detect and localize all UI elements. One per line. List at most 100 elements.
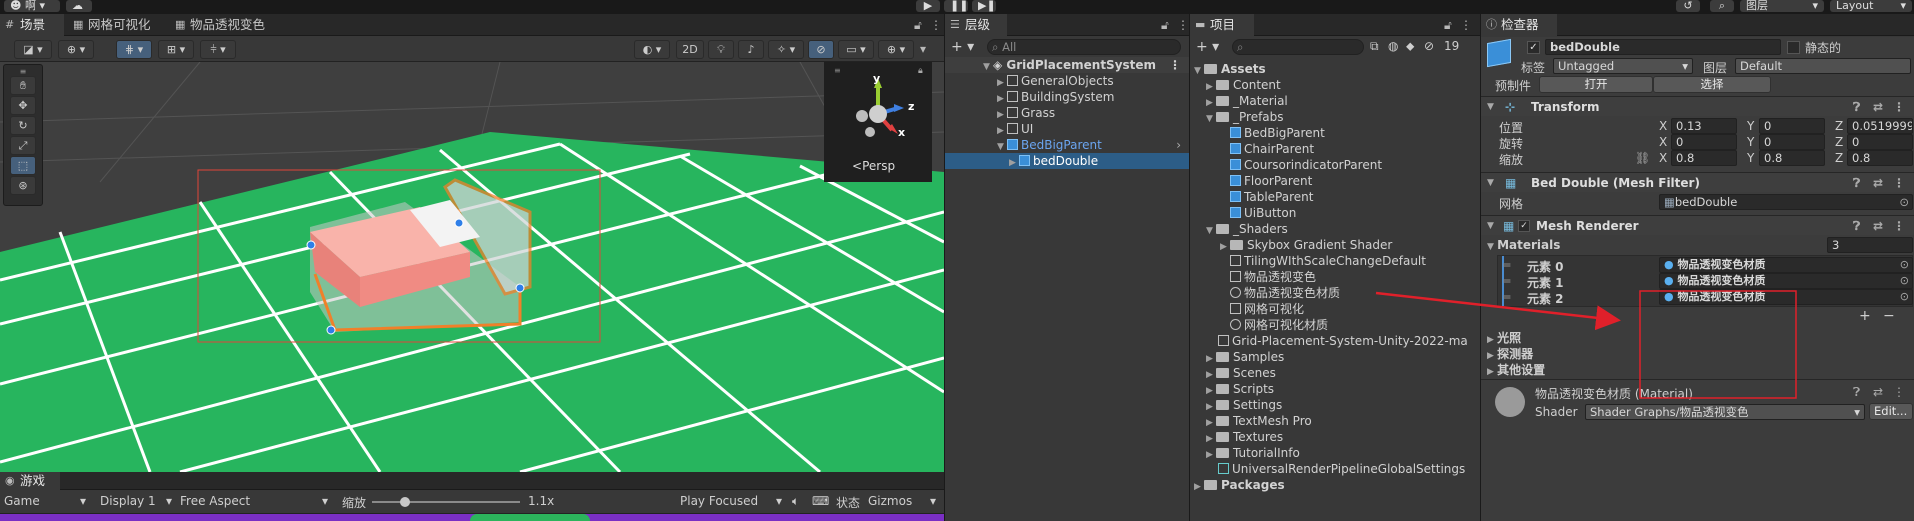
draw-mode-dropdown[interactable]: ◪ ▾ (14, 40, 52, 59)
help-icon[interactable]: ❓︎ (1853, 173, 1860, 193)
material-slot-field[interactable]: ● 物品透视变色材质 ⊙ (1659, 289, 1913, 305)
step-button[interactable]: ▶❚ (972, 0, 996, 12)
active-checkbox[interactable]: ✓ (1527, 41, 1540, 54)
help-icon[interactable]: ❓︎ (1853, 385, 1860, 400)
project-item[interactable]: TableParent (1230, 189, 1313, 205)
project-item[interactable]: ▶ Textures (1206, 429, 1283, 445)
preset-icon[interactable]: ⇄ (1873, 385, 1883, 399)
search-icon[interactable]: ⌕ (1710, 0, 1734, 12)
assets-folder[interactable]: ▼ Assets (1194, 61, 1266, 77)
project-item[interactable]: ▶ _Material (1206, 93, 1288, 109)
project-item[interactable]: ▼ _Prefabs (1206, 109, 1284, 125)
material-slot-field[interactable]: ● 物品透视变色材质 ⊙ (1659, 257, 1913, 273)
tab-item-xray[interactable]: ▦ 物品透视变色 (170, 14, 270, 36)
pivot-dropdown[interactable]: ⊕ ▾ (58, 40, 94, 59)
materials-foldout[interactable]: ▼ Materials (1487, 238, 1560, 252)
project-item[interactable]: ▶ Skybox Gradient Shader (1220, 237, 1392, 253)
hierarchy-search-input[interactable]: ⌕ All (987, 39, 1181, 55)
drag-handle-icon[interactable]: ═ (1503, 274, 1510, 288)
lock-icon[interactable]: 🔓︎ (1161, 18, 1169, 33)
position-z-input[interactable]: 0.0519999 (1847, 118, 1913, 134)
component-menu-icon[interactable]: ⋮ (1893, 173, 1905, 193)
project-item[interactable]: ▶ Scripts (1206, 381, 1274, 397)
scale-slider[interactable] (372, 497, 520, 507)
materials-count-input[interactable]: 3 (1827, 237, 1913, 253)
scale-tool-icon[interactable]: ⤢ (10, 136, 36, 155)
drag-handle-icon[interactable]: ═ (1503, 258, 1510, 272)
orientation-gizmo[interactable]: ≡ 🔒︎ y z x <Persp (824, 62, 932, 182)
stats-button[interactable]: 状态 (836, 494, 860, 511)
play-focused-select[interactable]: Play Focused ▾ (680, 494, 786, 508)
tab-inspector[interactable]: ⓘ 检查器 (1481, 14, 1557, 36)
project-item[interactable]: Grid-Placement-System-Unity-2022-ma (1218, 333, 1468, 349)
hierarchy-item[interactable]: ▶ BuildingSystem (997, 89, 1114, 105)
tag-icon[interactable]: ⬥ (1406, 39, 1414, 54)
scene-more-icon[interactable]: ▾ (920, 42, 926, 56)
select-prefab-button[interactable]: 选择 (1653, 76, 1771, 93)
project-item[interactable]: ▶ Scenes (1206, 365, 1276, 381)
transform-header[interactable]: ▼ ⊹ Transform ❓︎ ⇄ ⋮ (1481, 96, 1914, 116)
component-menu-icon[interactable]: ⋮ (1893, 385, 1905, 399)
static-checkbox[interactable] (1787, 41, 1800, 54)
constrain-proportions-icon[interactable]: ⛓︎ (1635, 151, 1650, 165)
enabled-checkbox[interactable]: ✓ (1518, 220, 1530, 232)
persp-toggle[interactable]: <Persp (852, 159, 895, 173)
project-item[interactable]: ▶ Settings (1206, 397, 1282, 413)
packages-folder[interactable]: ▶ Packages (1194, 477, 1285, 493)
project-item[interactable]: FloorParent (1230, 173, 1312, 189)
shading-dropdown[interactable]: ◐ ▾ (634, 40, 670, 59)
layout-dropdown[interactable]: Layout ▾ (1830, 0, 1912, 12)
hand-tool-icon[interactable]: ✋︎ (10, 76, 36, 95)
hierarchy-item-prefab[interactable]: ▼ BedBigParent › (945, 137, 1189, 153)
scale-z-input[interactable]: 0.8 (1847, 150, 1913, 166)
help-icon[interactable]: ❓︎ (1853, 97, 1860, 117)
search-by-type-icon[interactable]: ⧉ (1370, 39, 1379, 54)
camera-dropdown-icon[interactable]: ▭ ▾ (838, 40, 874, 59)
snap-increment-dropdown[interactable]: ⊞ ▾ (158, 40, 194, 59)
tag-dropdown[interactable]: Untagged ▾ (1553, 58, 1693, 74)
rotation-y-input[interactable]: 0 (1759, 134, 1825, 150)
project-item[interactable]: UiButton (1230, 205, 1296, 221)
game-view-select[interactable]: Game ▾ (4, 494, 88, 508)
scale-slider-thumb[interactable] (399, 497, 410, 507)
object-picker-icon[interactable]: ⊙ (1900, 258, 1909, 272)
position-x-input[interactable]: 0.13 (1671, 118, 1737, 134)
history-icon[interactable]: ↺ (1676, 0, 1700, 12)
mesh-renderer-header[interactable]: ▼ ▦ ✓ Mesh Renderer ❓︎ ⇄ ⋮ (1481, 215, 1914, 235)
gizmos-select[interactable]: Gizmos ▾ (868, 494, 940, 508)
probes-foldout[interactable]: ▶ 探测器 (1487, 345, 1533, 362)
keyboard-icon[interactable]: ⌨ (812, 494, 829, 508)
more-menu-icon[interactable]: ⋮ (1177, 18, 1189, 32)
project-item[interactable]: ChairParent (1230, 141, 1314, 157)
mesh-field[interactable]: ▦bedDouble ⊙ (1659, 194, 1913, 210)
project-item[interactable]: CoursorindicatorParent (1230, 157, 1382, 173)
gizmos-dropdown-icon[interactable]: ⊕ ▾ (878, 40, 914, 59)
preset-icon[interactable]: ⇄ (1873, 97, 1883, 117)
remove-material-button[interactable]: − (1883, 308, 1895, 324)
more-menu-icon[interactable]: ⋮ (1460, 18, 1472, 32)
project-search-input[interactable]: ⌕ (1232, 39, 1364, 55)
hidden-objects-icon[interactable]: ⊘ (808, 40, 834, 59)
lighting-foldout[interactable]: ▶ 光照 (1487, 329, 1521, 346)
edit-shader-button[interactable]: Edit... (1869, 403, 1913, 420)
project-item[interactable]: ▶ TutorialInfo (1206, 445, 1300, 461)
scene-root-item[interactable]: ▼ ◈ GridPlacementSystem ⋮ (945, 57, 1189, 73)
hierarchy-item[interactable]: ▶ Grass (997, 105, 1055, 121)
rotate-tool-icon[interactable]: ↻ (10, 116, 36, 135)
help-icon[interactable]: ❓︎ (1853, 216, 1860, 236)
lock-icon[interactable]: 🔓︎ (1444, 18, 1452, 33)
other-settings-foldout[interactable]: ▶ 其他设置 (1487, 361, 1545, 378)
project-item[interactable]: UniversalRenderPipelineGlobalSettings (1218, 461, 1465, 477)
transform-tool-icon[interactable]: ⊛ (10, 176, 36, 195)
preset-icon[interactable]: ⇄ (1873, 216, 1883, 236)
tab-hierarchy[interactable]: ☰ 层级 (945, 14, 1007, 36)
rect-tool-icon[interactable]: ⬚ (10, 156, 36, 175)
lighting-toggle-icon[interactable]: 💡︎ (708, 40, 734, 59)
palette-handle-icon[interactable]: ≡ (11, 67, 35, 76)
rotation-z-input[interactable]: 0 (1847, 134, 1913, 150)
more-menu-icon[interactable]: ⋮ (930, 18, 942, 32)
play-button[interactable]: ▶ (916, 0, 940, 12)
align-dropdown[interactable]: ⫩ ▾ (200, 40, 236, 59)
hierarchy-item[interactable]: ▶ GeneralObjects (997, 73, 1114, 89)
object-picker-icon[interactable]: ⊙ (1899, 195, 1909, 209)
